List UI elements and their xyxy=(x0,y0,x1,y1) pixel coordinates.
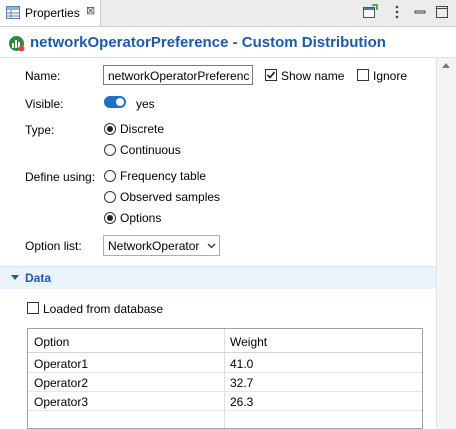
row-divider xyxy=(28,391,422,392)
option-list-select[interactable]: NetworkOperator xyxy=(103,235,220,256)
loaded-from-database-label: Loaded from database xyxy=(43,302,164,316)
name-label: Name: xyxy=(25,69,61,83)
new-window-icon[interactable] xyxy=(362,4,378,20)
option-list-value: NetworkOperator xyxy=(108,239,200,253)
visible-label: Visible: xyxy=(25,97,64,111)
show-name-label: Show name xyxy=(281,69,345,83)
more-options-icon[interactable] xyxy=(389,4,405,20)
scroll-up-arrow-icon[interactable] xyxy=(442,63,450,68)
show-name-checkbox[interactable] xyxy=(265,69,277,81)
type-label: Type: xyxy=(25,123,55,137)
visible-value: yes xyxy=(136,97,155,111)
table-cell-weight[interactable]: 32.7 xyxy=(230,376,253,390)
define-observed-label: Observed samples xyxy=(120,190,221,204)
type-discrete-label: Discrete xyxy=(120,122,165,136)
radio-selected-dot xyxy=(107,215,113,221)
loaded-from-database-checkbox[interactable] xyxy=(27,302,39,314)
toggle-knob xyxy=(116,98,124,106)
visible-toggle[interactable] xyxy=(104,96,126,108)
table-cell-option[interactable]: Operator1 xyxy=(34,357,88,371)
title-divider xyxy=(0,57,456,58)
define-observed-radio[interactable] xyxy=(104,191,116,203)
page-title: networkOperatorPreference - Custom Distr… xyxy=(30,34,386,51)
define-frequency-label: Frequency table xyxy=(120,169,207,183)
data-section-header[interactable]: Data xyxy=(0,266,436,289)
collapse-arrow-icon xyxy=(11,275,19,280)
option-list-label: Option list: xyxy=(25,239,82,253)
name-input[interactable]: networkOperatorPreferenc xyxy=(103,65,253,85)
row-divider xyxy=(28,372,422,373)
column-header-weight: Weight xyxy=(230,335,268,349)
column-divider xyxy=(224,329,225,428)
ignore-label: Ignore xyxy=(373,69,408,83)
row-divider xyxy=(28,410,422,411)
check-icon xyxy=(266,71,276,79)
minimize-icon[interactable] xyxy=(412,4,428,20)
define-using-label: Define using: xyxy=(25,170,96,184)
properties-icon xyxy=(6,6,20,19)
close-icon[interactable]: ⊠ xyxy=(86,4,95,17)
type-continuous-radio[interactable] xyxy=(104,144,116,156)
vertical-scrollbar[interactable] xyxy=(436,58,456,429)
define-frequency-radio[interactable] xyxy=(104,170,116,182)
tab-label: Properties xyxy=(25,6,80,20)
name-input-value: networkOperatorPreferenc xyxy=(108,69,250,83)
table-cell-weight[interactable]: 26.3 xyxy=(230,395,253,409)
type-continuous-label: Continuous xyxy=(120,143,181,157)
table-cell-weight[interactable]: 41.0 xyxy=(230,357,253,371)
header-divider xyxy=(28,352,422,353)
chevron-down-icon xyxy=(207,243,216,249)
define-options-radio[interactable] xyxy=(104,212,116,224)
maximize-icon[interactable] xyxy=(434,4,450,20)
define-options-label: Options xyxy=(120,211,162,225)
table-cell-option[interactable]: Operator2 xyxy=(34,376,88,390)
ignore-checkbox[interactable] xyxy=(357,69,369,81)
options-table: Option Weight Operator1 41.0 Operator2 3… xyxy=(27,328,423,429)
tab-properties[interactable]: Properties ⊠ xyxy=(0,0,101,26)
table-cell-option[interactable]: Operator3 xyxy=(34,395,88,409)
radio-selected-dot xyxy=(107,126,113,132)
distribution-icon xyxy=(9,36,25,52)
column-header-option: Option xyxy=(34,335,70,349)
type-discrete-radio[interactable] xyxy=(104,123,116,135)
data-section-title: Data xyxy=(25,271,52,285)
